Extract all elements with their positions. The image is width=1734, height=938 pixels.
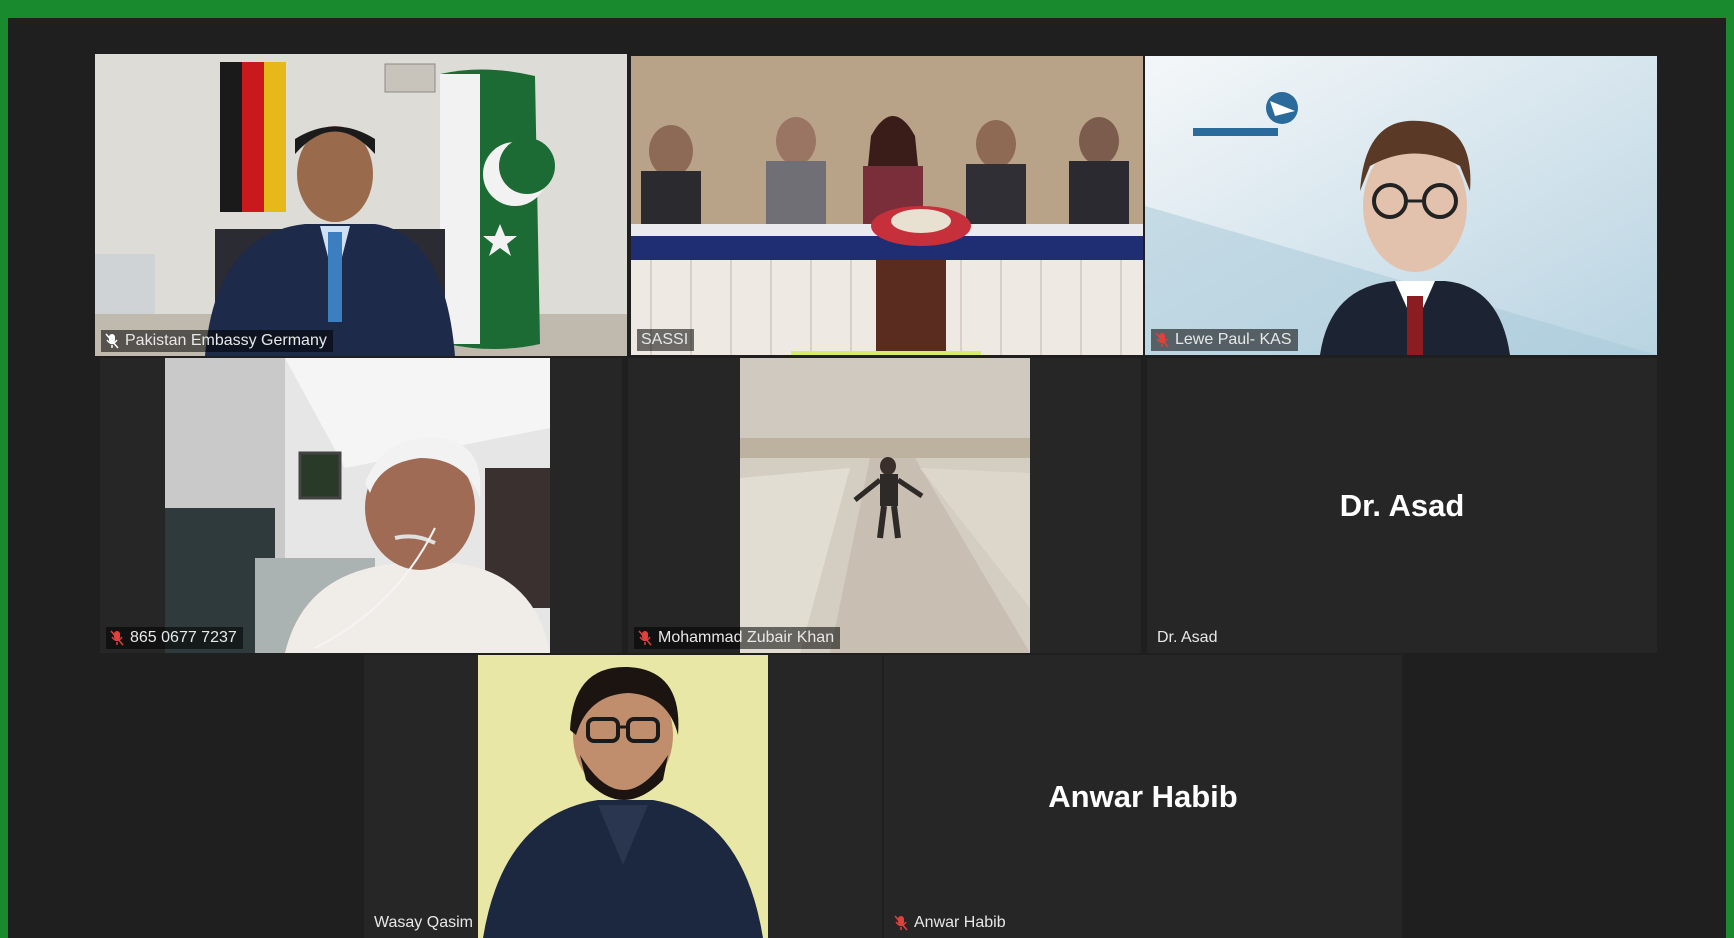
participant-name: Wasay Qasim xyxy=(374,914,473,931)
participant-video xyxy=(95,54,627,356)
meeting-gallery: Pakistan Embassy Germany SASSI Lewe Paul… xyxy=(8,18,1726,938)
participant-name: Lewe Paul- KAS xyxy=(1175,331,1292,348)
participant-tile-anwar-habib[interactable]: Anwar Habib Anwar Habib xyxy=(884,655,1402,938)
mic-muted-icon xyxy=(1155,332,1169,348)
participant-name: Anwar Habib xyxy=(914,914,1006,931)
participant-tile-dr-asad[interactable]: Dr. Asad Dr. Asad xyxy=(1147,358,1657,653)
participant-tile-pakistan-embassy[interactable]: Pakistan Embassy Germany xyxy=(95,54,627,356)
participant-tile-phone[interactable]: 865 0677 7237 xyxy=(100,358,622,653)
participant-nametag: Wasay Qasim xyxy=(370,912,479,934)
participant-name: SASSI xyxy=(641,331,689,348)
active-speaker-indicator xyxy=(791,351,981,355)
participant-tile-sassi[interactable]: SASSI xyxy=(631,56,1143,355)
participant-tile-wasay-qasim[interactable]: Wasay Qasim xyxy=(364,655,882,938)
participant-nametag: 865 0677 7237 xyxy=(106,627,243,649)
participant-nametag: Dr. Asad xyxy=(1153,627,1223,649)
participant-tile-lewe-paul[interactable]: Lewe Paul- KAS xyxy=(1145,56,1657,355)
participant-nametag: Mohammad Zubair Khan xyxy=(634,627,841,649)
participant-display-name: Dr. Asad xyxy=(1339,487,1465,523)
mic-muted-icon xyxy=(105,333,119,349)
participant-name: 865 0677 7237 xyxy=(130,629,237,646)
participant-video xyxy=(165,358,550,653)
participant-video xyxy=(631,56,1143,355)
participant-name: Dr. Asad xyxy=(1157,629,1218,646)
mic-muted-icon xyxy=(894,915,908,931)
participant-video xyxy=(1145,56,1657,355)
participant-video xyxy=(478,655,768,938)
mic-muted-icon xyxy=(638,630,652,646)
participant-name: Pakistan Embassy Germany xyxy=(125,332,327,349)
participant-nametag: Lewe Paul- KAS xyxy=(1151,329,1298,351)
participant-nametag: SASSI xyxy=(637,329,695,351)
participant-display-name: Anwar Habib xyxy=(1048,778,1238,814)
participant-name: Mohammad Zubair Khan xyxy=(658,629,835,646)
participant-nametag: Anwar Habib xyxy=(890,912,1012,934)
participant-tile-zubair-khan[interactable]: Mohammad Zubair Khan xyxy=(628,358,1141,653)
participant-nametag: Pakistan Embassy Germany xyxy=(101,330,333,352)
mic-muted-icon xyxy=(110,630,124,646)
participant-video xyxy=(740,358,1030,653)
